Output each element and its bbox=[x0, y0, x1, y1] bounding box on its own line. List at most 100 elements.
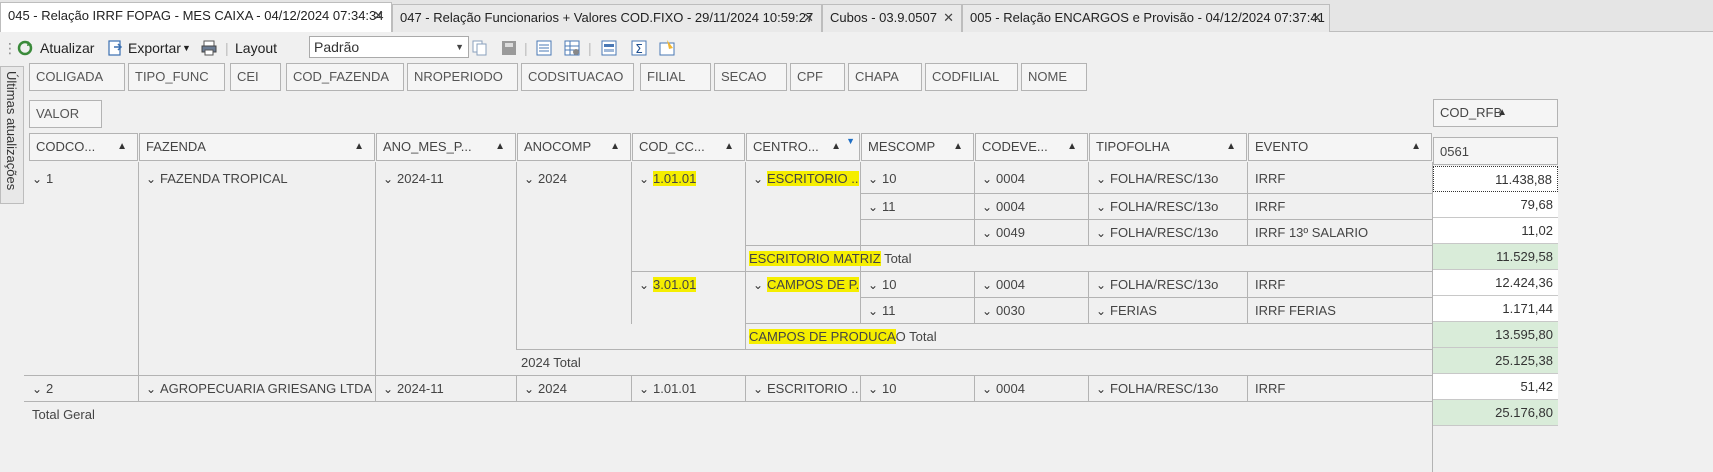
chevron-down-icon[interactable]: ⌄ bbox=[868, 194, 882, 220]
export-button[interactable]: Exportar bbox=[128, 37, 181, 59]
chevron-down-icon[interactable]: ▼ bbox=[455, 37, 464, 57]
chevron-down-icon[interactable]: ⌄ bbox=[524, 376, 538, 402]
tab-cubos[interactable]: Cubos - 03.9.0507 ✕ bbox=[822, 4, 962, 32]
filter-field-secao[interactable]: SECAO bbox=[714, 63, 787, 91]
chevron-down-icon[interactable]: ⌄ bbox=[1096, 220, 1110, 246]
refresh-button[interactable]: Atualizar bbox=[40, 37, 94, 59]
subtotal-value[interactable]: 11.529,58 bbox=[1433, 244, 1558, 270]
row-header-codcoligada[interactable]: CODCO... ▲ bbox=[29, 133, 138, 161]
row-group-ano-mes[interactable]: ⌄ 2024-11 bbox=[377, 166, 515, 192]
chevron-down-icon[interactable]: ⌄ bbox=[868, 298, 882, 324]
chevron-down-icon[interactable]: ⌄ bbox=[1096, 194, 1110, 220]
close-icon[interactable]: ✕ bbox=[943, 5, 954, 31]
row-header-evento[interactable]: EVENTO ▲ bbox=[1248, 133, 1432, 161]
value-cell[interactable]: 12.424,36 bbox=[1433, 270, 1558, 296]
chevron-down-icon[interactable]: ⌄ bbox=[753, 376, 767, 402]
chevron-down-icon[interactable]: ⌄ bbox=[1096, 376, 1110, 402]
row-group-codcoligada[interactable]: ⌄ 1 bbox=[26, 166, 136, 192]
row-group-anocomp[interactable]: ⌄ 2024 bbox=[518, 376, 630, 402]
tab-relacao-funcionarios[interactable]: 047 - Relação Funcionarios + Valores COD… bbox=[392, 4, 822, 32]
chevron-down-icon[interactable]: ⌄ bbox=[982, 166, 996, 192]
row-tipofolha[interactable]: ⌄ FOLHA/RESC/13o bbox=[1090, 272, 1246, 298]
row-group-fazenda[interactable]: ⌄ FAZENDA TROPICAL bbox=[140, 166, 374, 192]
row-group-centro[interactable]: ⌄ ESCRITORIO ... bbox=[747, 166, 859, 192]
filter-field-chapa[interactable]: CHAPA bbox=[848, 63, 922, 91]
chevron-down-icon[interactable]: ⌄ bbox=[383, 376, 397, 402]
filter-field-cod-fazenda[interactable]: COD_FAZENDA bbox=[286, 63, 404, 91]
chevron-down-icon[interactable]: ⌄ bbox=[982, 272, 996, 298]
row-header-fazenda[interactable]: FAZENDA ▲ bbox=[139, 133, 375, 161]
row-group-anocomp[interactable]: ⌄ 2024 bbox=[518, 166, 630, 192]
filter-field-coligada[interactable]: COLIGADA bbox=[29, 63, 125, 91]
row-group-cod-cc[interactable]: ⌄ 1.01.01 bbox=[633, 166, 744, 192]
close-icon[interactable]: ✕ bbox=[1311, 5, 1322, 31]
row-tipofolha[interactable]: ⌄ FOLHA/RESC/13o bbox=[1090, 220, 1246, 246]
chevron-down-icon[interactable]: ⌄ bbox=[753, 272, 767, 298]
sum-icon[interactable]: Σ bbox=[630, 39, 648, 57]
chevron-down-icon[interactable]: ⌄ bbox=[753, 166, 767, 192]
grid-options-icon[interactable] bbox=[563, 39, 581, 57]
chevron-down-icon[interactable]: ⌄ bbox=[982, 194, 996, 220]
row-group-centro[interactable]: ⌄ CAMPOS DE P... bbox=[747, 272, 859, 298]
chevron-down-icon[interactable]: ⌄ bbox=[383, 166, 397, 192]
chevron-down-icon[interactable]: ⌄ bbox=[982, 220, 996, 246]
chevron-down-icon[interactable]: ▼ bbox=[182, 37, 191, 59]
format-rules-icon[interactable] bbox=[658, 39, 676, 57]
row-mescomp[interactable]: ⌄ 10 bbox=[862, 272, 973, 298]
row-header-tipofolha[interactable]: TIPOFOLHA ▲ bbox=[1089, 133, 1247, 161]
row-mescomp[interactable]: ⌄ 11 bbox=[862, 298, 973, 324]
subtotal-value[interactable]: 13.595,80 bbox=[1433, 322, 1558, 348]
chevron-down-icon[interactable]: ⌄ bbox=[639, 376, 653, 402]
value-cell[interactable]: 11.438,88 bbox=[1433, 166, 1558, 192]
chevron-down-icon[interactable]: ⌄ bbox=[146, 166, 160, 192]
row-codevento[interactable]: ⌄ 0004 bbox=[976, 376, 1087, 402]
value-cell[interactable]: 1.171,44 bbox=[1433, 296, 1558, 322]
row-codevento[interactable]: ⌄ 0030 bbox=[976, 298, 1087, 324]
subtotal-value[interactable]: 25.125,38 bbox=[1433, 348, 1558, 374]
row-codevento[interactable]: ⌄ 0049 bbox=[976, 220, 1087, 246]
row-header-centro[interactable]: CENTRO... ▲ ▼ bbox=[746, 133, 860, 161]
filter-field-nroperiodo[interactable]: NROPERIODO bbox=[407, 63, 518, 91]
value-cell[interactable]: 79,68 bbox=[1433, 192, 1558, 218]
filter-field-nome[interactable]: NOME bbox=[1021, 63, 1087, 91]
close-icon[interactable]: ✕ bbox=[373, 3, 384, 29]
row-group-cod-cc[interactable]: ⌄ 3.01.01 bbox=[633, 272, 744, 298]
row-mescomp[interactable]: ⌄ 11 bbox=[862, 194, 973, 220]
chevron-down-icon[interactable]: ⌄ bbox=[146, 376, 160, 402]
chevron-down-icon[interactable]: ⌄ bbox=[1096, 166, 1110, 192]
row-group-centro[interactable]: ⌄ ESCRITORIO ... bbox=[747, 376, 859, 402]
row-mescomp[interactable]: ⌄ 10 bbox=[862, 166, 973, 192]
row-tipofolha[interactable]: ⌄ FOLHA/RESC/13o bbox=[1090, 166, 1246, 192]
row-tipofolha[interactable]: ⌄ FERIAS bbox=[1090, 298, 1246, 324]
layout-select[interactable]: Padrão ▼ bbox=[309, 36, 469, 58]
row-tipofolha[interactable]: ⌄ FOLHA/RESC/13o bbox=[1090, 194, 1246, 220]
close-icon[interactable]: ✕ bbox=[803, 5, 814, 31]
chevron-down-icon[interactable]: ⌄ bbox=[982, 298, 996, 324]
value-cell[interactable]: 11,02 bbox=[1433, 218, 1558, 244]
filter-field-tipo-func[interactable]: TIPO_FUNC bbox=[128, 63, 225, 91]
filter-field-codfilial[interactable]: CODFILIAL bbox=[925, 63, 1018, 91]
copy-layout-icon[interactable] bbox=[470, 39, 488, 57]
row-header-cod-cc[interactable]: COD_CC... ▲ bbox=[632, 133, 745, 161]
chevron-down-icon[interactable]: ⌄ bbox=[868, 376, 882, 402]
tab-relacao-encargos[interactable]: 005 - Relação ENCARGOS e Provisão - 04/1… bbox=[962, 4, 1330, 32]
filter-field-cei[interactable]: CEI bbox=[230, 63, 281, 91]
recent-updates-panel[interactable]: Últimas atualizações bbox=[0, 66, 24, 204]
row-mescomp[interactable]: ⌄ 10 bbox=[862, 376, 973, 402]
value-cell[interactable]: 51,42 bbox=[1433, 374, 1558, 400]
row-header-anocomp[interactable]: ANOCOMP ▲ bbox=[517, 133, 631, 161]
filter-field-cpf[interactable]: CPF bbox=[790, 63, 845, 91]
row-header-mescomp[interactable]: MESCOMP ▲ bbox=[861, 133, 974, 161]
chevron-down-icon[interactable]: ⌄ bbox=[639, 272, 653, 298]
row-group-ano-mes[interactable]: ⌄ 2024-11 bbox=[377, 376, 515, 402]
chevron-down-icon[interactable]: ⌄ bbox=[32, 166, 46, 192]
data-field-valor[interactable]: VALOR bbox=[29, 100, 102, 128]
print-icon[interactable] bbox=[200, 39, 218, 57]
row-group-codcoligada[interactable]: ⌄ 2 bbox=[26, 376, 136, 402]
grand-total-value[interactable]: 25.176,80 bbox=[1433, 400, 1558, 426]
row-group-cod-cc[interactable]: ⌄ 1.01.01 bbox=[633, 376, 744, 402]
row-group-fazenda[interactable]: ⌄ AGROPECUARIA GRIESANG LTDA bbox=[140, 376, 374, 402]
column-field-cod-rfb[interactable]: COD_RFB ▲ bbox=[1433, 99, 1558, 127]
chevron-down-icon[interactable]: ⌄ bbox=[32, 376, 46, 402]
filter-active-icon[interactable]: ▼ bbox=[846, 134, 855, 154]
